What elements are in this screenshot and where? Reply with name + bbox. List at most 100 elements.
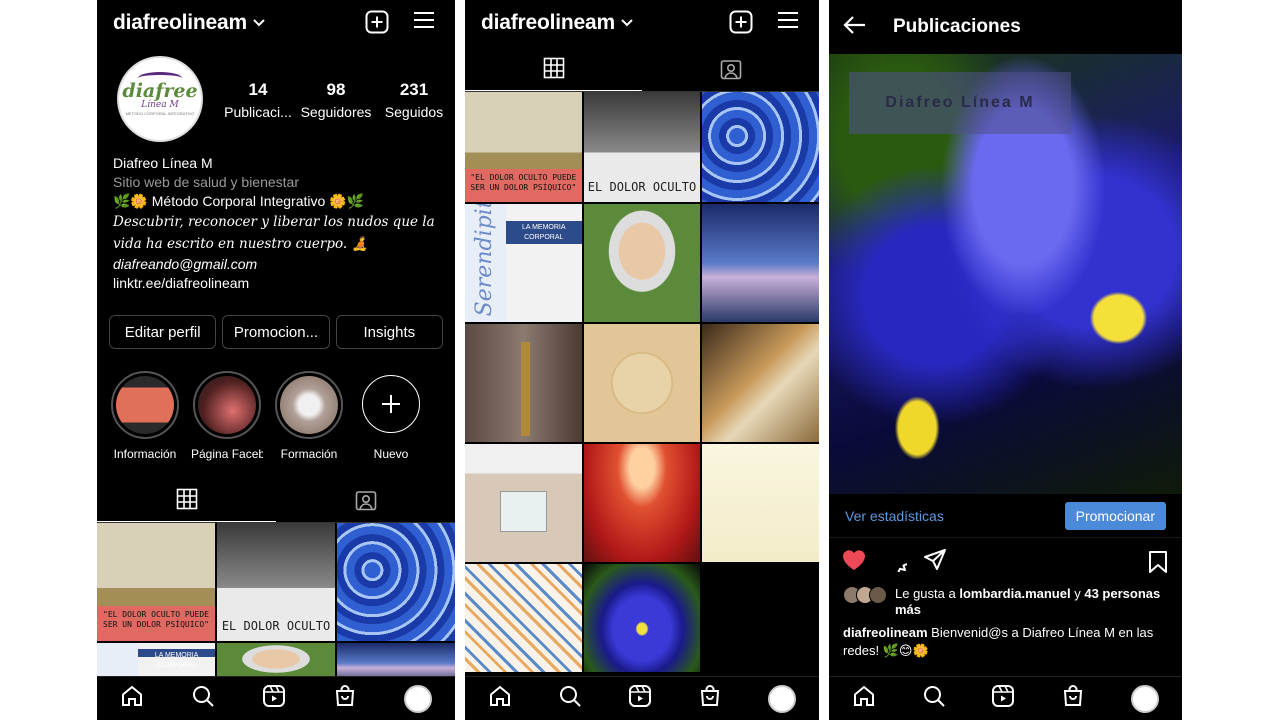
promote-post-button[interactable]: Promocionar (1064, 501, 1166, 530)
liker-avatars (843, 586, 887, 618)
highlight-pagina-facebook[interactable]: Página Faceb... (191, 371, 263, 461)
share-icon[interactable] (923, 548, 947, 577)
highlight-cover (280, 376, 338, 434)
shop-icon[interactable] (698, 684, 722, 713)
profile-stats: 14 Publicaci... 98 Seguidores 231 Seguid… (219, 80, 453, 120)
search-icon[interactable] (922, 684, 946, 713)
stat-posts[interactable]: 14 Publicaci... (219, 80, 297, 120)
likes-prefix: Le gusta a (895, 586, 956, 601)
profile-avatar[interactable]: diafree Línea M MÉTODO CORPORAL INTEGRAT… (117, 56, 203, 142)
account-switcher[interactable]: diafreolineam (481, 11, 615, 35)
tab-grid[interactable] (97, 477, 276, 522)
grid-post[interactable] (583, 204, 701, 322)
post-detail-screen: Publicaciones Diafreo Línea M Ver estadí… (829, 0, 1182, 720)
view-insights-link[interactable]: Ver estadísticas (845, 508, 944, 524)
bottom-nav (97, 676, 455, 720)
post-grid: "EL DOLOR OCULTO PUEDE SER UN DOLOR PSÍQ… (465, 92, 819, 672)
shop-icon[interactable] (333, 684, 357, 713)
grid-post[interactable] (702, 92, 819, 202)
comment-icon[interactable] (883, 548, 920, 585)
top-bar: diafreolineam (97, 0, 455, 46)
chevron-down-icon[interactable] (621, 14, 633, 32)
stat-followers[interactable]: 98 Seguidores (297, 80, 375, 120)
new-post-icon[interactable] (365, 10, 389, 39)
bookmark-icon[interactable] (1148, 550, 1168, 579)
tab-tagged[interactable] (642, 46, 819, 91)
edit-profile-button[interactable]: Editar perfil (109, 315, 217, 349)
account-switcher[interactable]: diafreolineam (113, 11, 247, 35)
highlight-formacion[interactable]: Formación (273, 371, 345, 461)
grid-post[interactable] (465, 564, 582, 672)
logo-sub-text: Línea M (141, 100, 179, 111)
post-overlay-text: LA MEMORIA CORPORAL (505, 220, 582, 245)
new-post-icon[interactable] (729, 10, 753, 39)
highlight-label: Formación (280, 447, 338, 461)
grid-post[interactable] (702, 324, 819, 442)
grid-post[interactable]: Serendipity LA MEMORIA CORPORAL (465, 204, 582, 322)
post-grid: "EL DOLOR OCULTO PUEDE SER UN DOLOR PSÍQ… (97, 523, 455, 683)
stat-value: 231 (399, 80, 429, 99)
grid-post[interactable] (583, 564, 701, 672)
grid-post[interactable] (465, 324, 582, 442)
post-overlay-text: Serendipity (471, 204, 497, 317)
tab-grid[interactable] (465, 46, 642, 91)
profile-tagline: 🌿🌼 Método Corporal Integrativo 🌼🌿 (113, 193, 365, 209)
candlestick-shape (520, 341, 531, 437)
grid-post[interactable]: "EL DOLOR OCULTO PUEDE SER UN DOLOR PSÍQ… (97, 523, 215, 641)
plus-icon[interactable] (362, 375, 420, 433)
reels-icon[interactable] (628, 684, 652, 713)
menu-icon[interactable] (777, 10, 799, 39)
likes-summary[interactable]: Le gusta a lombardia.manuel y 43 persona… (829, 586, 1182, 618)
back-arrow-icon[interactable] (843, 15, 867, 40)
grid-post[interactable] (583, 324, 701, 442)
post-insights-row: Ver estadísticas Promocionar (829, 494, 1182, 538)
insights-button[interactable]: Insights (335, 315, 443, 349)
tab-tagged[interactable] (276, 477, 455, 522)
logo-tag-text: MÉTODO CORPORAL INTEGRATIVO (125, 110, 195, 116)
grid-post[interactable] (465, 444, 582, 562)
chevron-down-icon[interactable] (253, 14, 265, 32)
profile-header: diafree Línea M MÉTODO CORPORAL INTEGRAT… (97, 46, 455, 154)
promote-button[interactable]: Promocion... (222, 315, 330, 349)
projector-screen-shape (499, 491, 547, 533)
home-icon[interactable] (120, 684, 144, 713)
post-overlay-text: LA MEMORIA CORPORAL (138, 648, 215, 669)
grid-post[interactable]: "EL DOLOR OCULTO PUEDE SER UN DOLOR PSÍQ… (465, 92, 582, 202)
highlight-cover (198, 376, 256, 434)
post-overlay-text: "EL DOLOR OCULTO PUEDE SER UN DOLOR PSÍQ… (465, 169, 582, 202)
top-bar: diafreolineam (465, 0, 819, 46)
liker-username[interactable]: lombardia.manuel (959, 586, 1070, 601)
search-icon[interactable] (191, 684, 215, 713)
likes-connector: y (1074, 586, 1081, 601)
search-icon[interactable] (558, 684, 582, 713)
post-overlay-text: EL DOLOR OCULTO (587, 180, 697, 194)
profile-avatar-nav-icon[interactable] (768, 684, 796, 713)
stat-value: 98 (326, 80, 346, 99)
post-image[interactable]: Diafreo Línea M (829, 54, 1182, 494)
grid-post[interactable] (337, 523, 455, 641)
home-icon[interactable] (488, 684, 512, 713)
menu-icon[interactable] (413, 10, 435, 39)
stat-following[interactable]: 231 Seguidos (375, 80, 453, 120)
grid-post[interactable] (583, 444, 701, 562)
bottom-nav (465, 676, 819, 720)
profile-link[interactable]: linktr.ee/diafreolineam (113, 274, 439, 293)
reels-icon[interactable] (991, 684, 1015, 713)
grid-post[interactable]: EL DOLOR OCULTO (583, 92, 701, 202)
caption-username[interactable]: diafreolineam (843, 625, 928, 640)
grid-post[interactable]: EL DOLOR OCULTO (217, 523, 335, 641)
heart-icon[interactable] (841, 548, 867, 577)
profile-screen: diafreolineam diafree Línea M MÉTODO COR… (97, 0, 455, 720)
profile-avatar-nav-icon[interactable] (1131, 684, 1160, 713)
stat-label: Seguidos (384, 104, 444, 120)
shop-icon[interactable] (1061, 684, 1085, 713)
highlight-informacion[interactable]: Información (109, 371, 181, 461)
grid-post[interactable] (702, 444, 819, 562)
grid-post[interactable] (702, 204, 819, 322)
profile-email[interactable]: diafreando@gmail.com (113, 255, 439, 274)
profile-grid-screen: diafreolineam "EL DOLOR OCULTO PUEDE SER… (465, 0, 819, 720)
home-icon[interactable] (852, 684, 876, 713)
reels-icon[interactable] (262, 684, 286, 713)
highlight-new[interactable]: Nuevo (355, 371, 427, 461)
profile-avatar-nav-icon[interactable] (403, 684, 432, 713)
